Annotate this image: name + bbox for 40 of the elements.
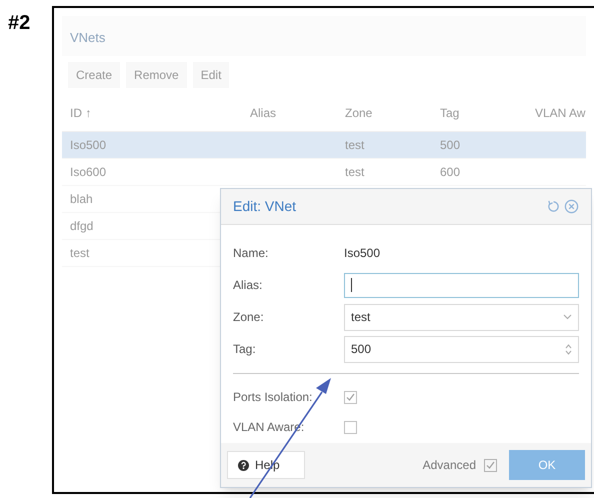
panel-title: VNets xyxy=(62,16,586,56)
field-label: Name: xyxy=(233,245,270,262)
table-cell: test xyxy=(345,165,364,179)
table-cell: 500 xyxy=(440,138,460,152)
column-header[interactable]: Alias xyxy=(242,104,337,122)
column-header[interactable]: Zone xyxy=(337,104,432,122)
table-cell: Iso500 xyxy=(70,138,106,152)
column-header[interactable]: ID ↑ xyxy=(62,104,242,122)
reset-icon[interactable] xyxy=(547,200,560,213)
toolbar-button[interactable]: Create xyxy=(68,62,120,88)
help-icon xyxy=(238,460,249,470)
checkbox[interactable] xyxy=(484,458,497,472)
tag-spinner-field[interactable]: 500 xyxy=(344,336,579,362)
field-label: Zone: xyxy=(233,309,265,326)
chevron-down-icon[interactable] xyxy=(563,314,572,320)
table-cell: Iso600 xyxy=(70,165,106,179)
zone-select[interactable]: test xyxy=(344,304,579,330)
table-row[interactable]: Iso500 test 500 xyxy=(62,132,586,159)
toolbar-button[interactable]: Remove xyxy=(126,62,187,88)
table-cell: 600 xyxy=(440,165,460,179)
toolbar-button[interactable]: Edit xyxy=(192,62,230,88)
ok-button[interactable]: OK xyxy=(509,450,585,480)
checkbox[interactable] xyxy=(344,420,357,434)
table-cell: dfgd xyxy=(70,219,94,233)
spinner-arrows-icon[interactable] xyxy=(565,344,572,354)
figure-label: #2 xyxy=(8,11,32,36)
column-header[interactable]: VLAN Aw xyxy=(527,104,594,122)
table-cell: test xyxy=(70,246,90,260)
column-header[interactable]: Tag xyxy=(432,104,527,122)
field-label: Alias: xyxy=(233,277,264,294)
table-cell: test xyxy=(345,138,364,152)
checkbox[interactable] xyxy=(344,390,357,404)
field-label: Ports Isolation: xyxy=(233,389,314,406)
field-value: Iso500 xyxy=(344,245,380,262)
alias-input-field[interactable] xyxy=(344,272,579,298)
advanced-label: Advanced xyxy=(422,457,476,474)
close-icon[interactable] xyxy=(564,199,579,214)
table-cell: blah xyxy=(70,192,93,206)
field-label: Tag: xyxy=(233,341,257,358)
dialog-title: Edit: VNet xyxy=(233,197,296,216)
